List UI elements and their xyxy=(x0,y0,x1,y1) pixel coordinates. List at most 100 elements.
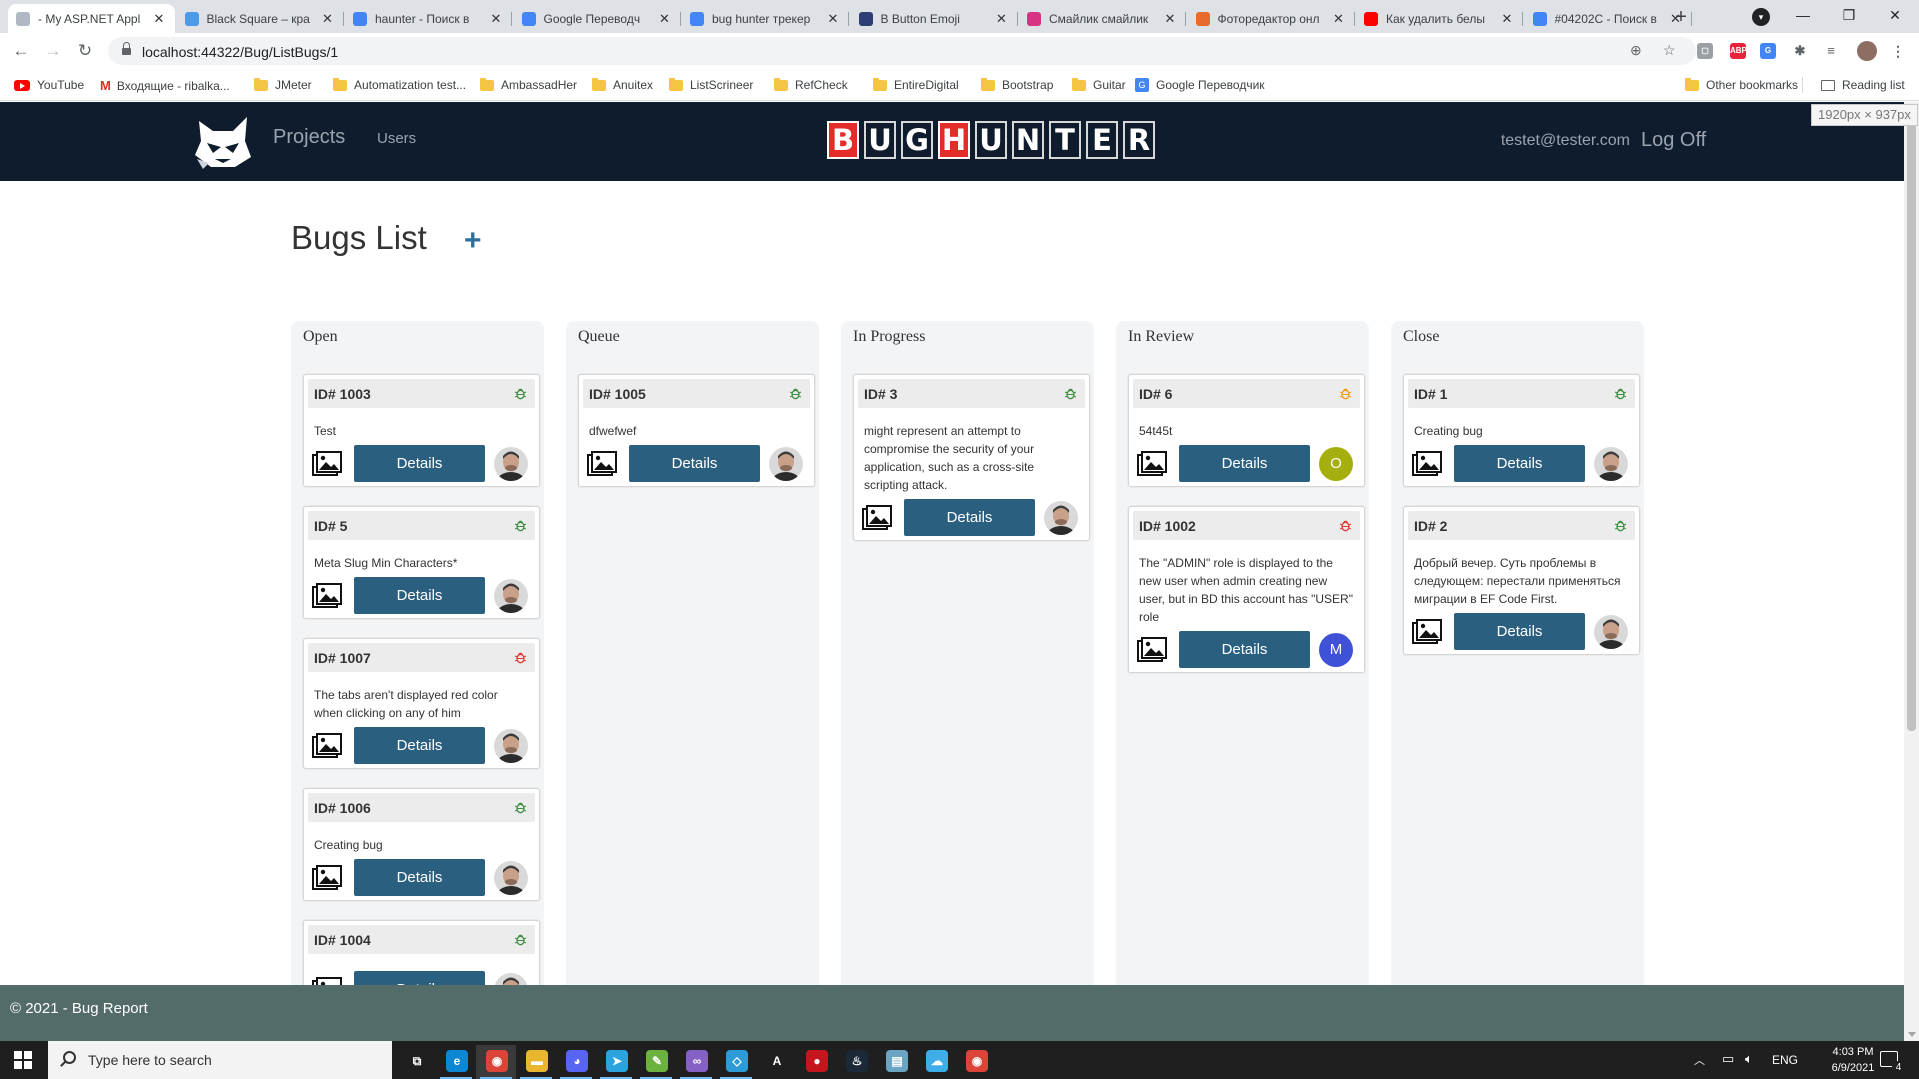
attachment-image-icon[interactable] xyxy=(312,865,342,891)
details-button[interactable]: Details xyxy=(904,499,1035,536)
attachment-image-icon[interactable] xyxy=(587,451,617,477)
details-button[interactable]: Details xyxy=(629,445,760,482)
attachment-image-icon[interactable] xyxy=(1412,619,1442,645)
page-scrollbar[interactable] xyxy=(1904,102,1919,1041)
adblock-icon[interactable]: ABP xyxy=(1730,43,1747,59)
tab-close-icon[interactable]: ✕ xyxy=(151,11,167,27)
browser-tab[interactable]: #04202C - Поиск в ✕ xyxy=(1525,4,1692,33)
nav-projects-link[interactable]: Projects xyxy=(273,126,345,149)
browser-tab[interactable]: - My ASP.NET Appl ✕ xyxy=(8,4,175,33)
url-text[interactable]: localhost:44322/Bug/ListBugs/1 xyxy=(142,44,338,60)
bookmark-item[interactable]: Guitar xyxy=(1072,77,1126,92)
browser-tab[interactable]: bug hunter трекер ✕ xyxy=(682,4,849,33)
excel-taskbar-button[interactable]: ✎ xyxy=(636,1045,676,1079)
browser-tab[interactable]: Смайлик смайлик ✕ xyxy=(1019,4,1186,33)
notes-taskbar-button[interactable]: ▤ xyxy=(876,1045,916,1079)
lock-icon[interactable] xyxy=(122,42,131,56)
assignee-avatar[interactable] xyxy=(494,861,528,895)
volume-icon[interactable]: 🔈︎ xyxy=(1745,1051,1753,1067)
assignee-avatar[interactable] xyxy=(494,579,528,613)
address-bar[interactable]: localhost:44322/Bug/ListBugs/1 ⊕ ☆ xyxy=(108,37,1696,65)
cloud-app-taskbar-button[interactable]: ☁ xyxy=(916,1045,956,1079)
attachment-image-icon[interactable] xyxy=(312,733,342,759)
bookmark-item[interactable]: G Google Переводчик xyxy=(1135,78,1265,92)
recorder-taskbar-button[interactable]: ● xyxy=(796,1045,836,1079)
discord-taskbar-button[interactable]: ◕ xyxy=(556,1045,596,1079)
details-button[interactable]: Details xyxy=(1454,613,1585,650)
tab-search-icon[interactable]: ▾ xyxy=(1752,8,1770,26)
browser-tab[interactable]: B Button Emoji ✕ xyxy=(851,4,1018,33)
tab-close-icon[interactable]: ✕ xyxy=(825,11,841,27)
assignee-avatar[interactable] xyxy=(1044,501,1078,535)
chrome-second-taskbar-button[interactable]: ◉ xyxy=(956,1045,996,1079)
zoom-icon[interactable]: ⊕ xyxy=(1630,42,1642,59)
details-button[interactable]: Details xyxy=(1454,445,1585,482)
browser-tab[interactable]: Как удалить белы ✕ xyxy=(1356,4,1523,33)
browser-tab[interactable]: Google Переводч ✕ xyxy=(514,4,681,33)
bookmark-item[interactable]: ListScrineer xyxy=(669,77,753,92)
extension-reader-icon[interactable]: ▢ xyxy=(1697,43,1713,59)
other-bookmarks[interactable]: Other bookmarks xyxy=(1685,77,1798,92)
network-icon[interactable]: ▭ xyxy=(1722,1051,1734,1067)
tab-close-icon[interactable]: ✕ xyxy=(657,11,673,27)
restore-icon[interactable]: ❐ xyxy=(1826,0,1872,33)
tab-close-icon[interactable]: ✕ xyxy=(1162,11,1178,27)
logoff-link[interactable]: Log Off xyxy=(1641,129,1706,152)
translate-extension-icon[interactable]: G xyxy=(1760,43,1776,59)
scroll-thumb[interactable] xyxy=(1907,119,1916,731)
language-indicator[interactable]: ENG xyxy=(1772,1053,1798,1067)
tray-chevron-icon[interactable]: ︿ xyxy=(1694,1052,1705,1068)
bookmark-star-icon[interactable]: ☆ xyxy=(1663,42,1676,59)
browser-tab[interactable]: Black Square – кра ✕ xyxy=(177,4,344,33)
details-button[interactable]: Details xyxy=(354,727,485,764)
bookmark-item[interactable]: Anuitex xyxy=(592,77,653,92)
media-control-icon[interactable]: ≡ xyxy=(1823,43,1839,59)
new-tab-button[interactable]: + xyxy=(1669,6,1693,30)
edge-taskbar-button[interactable]: e xyxy=(436,1045,476,1079)
reload-icon[interactable]: ↻ xyxy=(73,39,97,63)
visual-studio-taskbar-button[interactable]: ∞ xyxy=(676,1045,716,1079)
scroll-down-icon[interactable] xyxy=(1908,1032,1916,1037)
tab-close-icon[interactable]: ✕ xyxy=(1499,11,1515,27)
bookmark-item[interactable]: Automatization test... xyxy=(333,77,466,92)
chrome-menu-icon[interactable]: ⋮ xyxy=(1890,43,1906,59)
bookmark-item[interactable]: M Входящие - ribalka... xyxy=(100,78,230,93)
attachment-image-icon[interactable] xyxy=(312,451,342,477)
details-button[interactable]: Details xyxy=(1179,631,1310,668)
bughunter-brand-logo[interactable]: BUGHUNTER xyxy=(827,121,1160,159)
details-button[interactable]: Details xyxy=(354,859,485,896)
cat-logo-icon[interactable] xyxy=(193,113,253,169)
taskbar-search-box[interactable]: Type here to search xyxy=(48,1041,392,1079)
blend-taskbar-button[interactable]: ◇ xyxy=(716,1045,756,1079)
taskbar-clock[interactable]: 4:03 PM 6/9/2021 xyxy=(1823,1044,1883,1076)
assignee-avatar[interactable] xyxy=(1594,615,1628,649)
close-window-icon[interactable]: ✕ xyxy=(1872,0,1918,33)
telegram-taskbar-button[interactable]: ➤ xyxy=(596,1045,636,1079)
bookmark-item[interactable]: EntireDigital xyxy=(873,77,959,92)
assignee-avatar[interactable] xyxy=(769,447,803,481)
font-app-taskbar-button[interactable]: A xyxy=(756,1045,796,1079)
attachment-image-icon[interactable] xyxy=(1137,637,1167,663)
add-bug-button[interactable]: + xyxy=(464,224,482,258)
minimize-icon[interactable]: — xyxy=(1780,0,1826,33)
tab-close-icon[interactable]: ✕ xyxy=(488,11,504,27)
extensions-puzzle-icon[interactable]: ✱ xyxy=(1792,43,1808,59)
assignee-avatar[interactable] xyxy=(494,447,528,481)
assignee-avatar[interactable]: O xyxy=(1319,447,1353,481)
bookmark-item[interactable]: RefCheck xyxy=(774,77,848,92)
nav-users-link[interactable]: Users xyxy=(377,130,416,147)
assignee-avatar[interactable] xyxy=(494,729,528,763)
steam-taskbar-button[interactable]: ♨ xyxy=(836,1045,876,1079)
attachment-image-icon[interactable] xyxy=(312,583,342,609)
profile-avatar-icon[interactable] xyxy=(1857,41,1877,61)
forward-icon[interactable]: → xyxy=(41,39,65,63)
bookmark-item[interactable]: JMeter xyxy=(254,77,312,92)
windows-start-icon[interactable] xyxy=(14,1051,32,1069)
chrome-taskbar-taskbar-button[interactable]: ◉ xyxy=(476,1045,516,1079)
tab-close-icon[interactable]: ✕ xyxy=(320,11,336,27)
details-button[interactable]: Details xyxy=(354,445,485,482)
user-email-link[interactable]: testet@tester.com xyxy=(1501,132,1630,150)
assignee-avatar[interactable] xyxy=(1594,447,1628,481)
bookmark-item[interactable]: Bootstrap xyxy=(981,77,1053,92)
reading-list[interactable]: Reading list xyxy=(1821,78,1905,92)
